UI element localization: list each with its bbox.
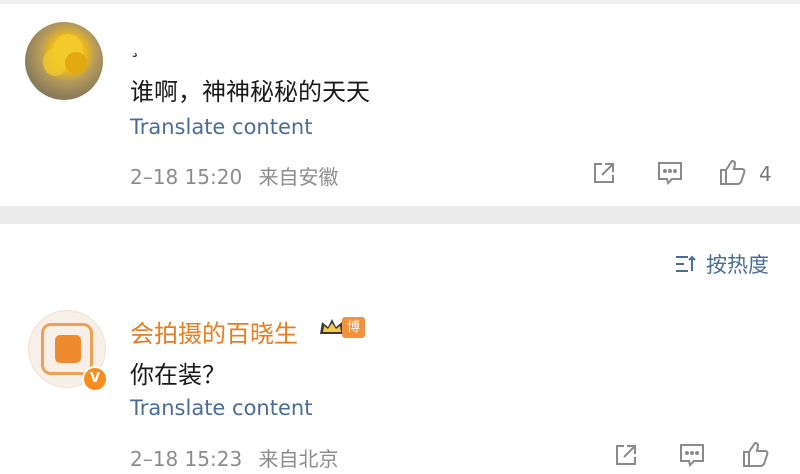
verified-badge: V: [82, 366, 108, 392]
comment-button[interactable]: [656, 160, 684, 186]
share-button[interactable]: [613, 442, 639, 468]
comment-button[interactable]: [678, 442, 706, 468]
username[interactable]: ¸: [130, 34, 140, 58]
sort-by-hot-button[interactable]: 按热度: [674, 250, 769, 278]
comment-text: 谁啊，神神秘秘的天天: [130, 78, 370, 106]
location: 来自北京: [258, 447, 339, 471]
share-icon: [616, 445, 636, 465]
comment-icon: [680, 444, 704, 467]
comment-icon: [658, 162, 682, 185]
avatar[interactable]: [25, 22, 103, 100]
blogger-tag: 博主: [342, 317, 366, 356]
comment-meta: 2–18 15:20 来自安徽: [130, 161, 339, 190]
like-icon: [743, 441, 769, 467]
like-button[interactable]: [741, 439, 771, 469]
section-divider: [0, 206, 800, 224]
username[interactable]: 会拍摄的百晓生: [130, 314, 298, 349]
translate-link[interactable]: Translate content: [130, 115, 312, 139]
comment-text: 你在装？: [130, 361, 226, 389]
translate-link[interactable]: Translate content: [130, 396, 312, 420]
sort-icon: [676, 255, 696, 272]
share-button[interactable]: [591, 160, 617, 186]
sort-label: 按热度: [706, 253, 769, 277]
like-button[interactable]: [718, 157, 748, 187]
share-icon: [594, 163, 614, 183]
location: 来自安徽: [258, 165, 339, 189]
timestamp: 2–18 15:20: [130, 165, 243, 189]
like-icon: [720, 159, 746, 185]
like-count: 4: [759, 162, 772, 186]
comment-meta: 2–18 15:23 来自北京: [130, 443, 339, 472]
timestamp: 2–18 15:23: [130, 447, 243, 471]
